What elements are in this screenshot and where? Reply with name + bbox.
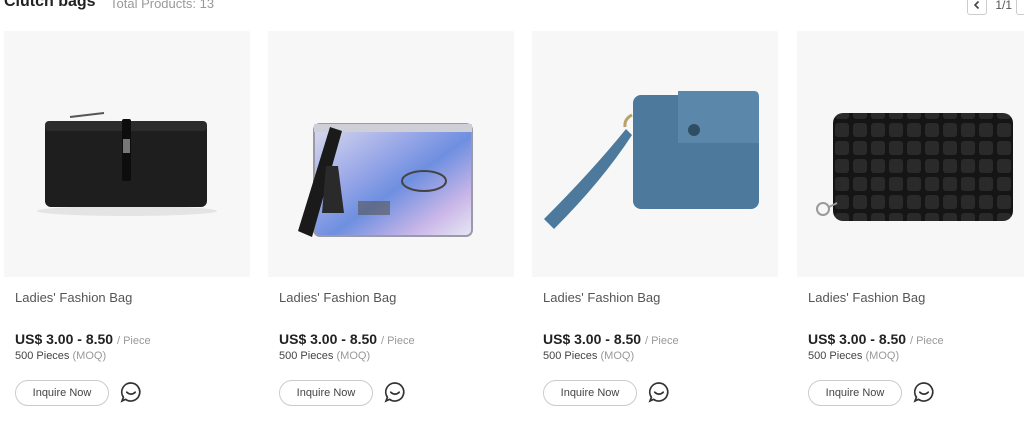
product-image[interactable] (4, 31, 250, 277)
next-page-button[interactable] (1016, 0, 1024, 15)
product-price: US$ 3.00 - 8.50 / Piece (15, 331, 151, 347)
product-price: US$ 3.00 - 8.50 / Piece (808, 331, 944, 347)
price-range: US$ 3.00 - 8.50 (15, 331, 114, 347)
product-name[interactable]: Ladies' Fashion Bag (279, 290, 396, 305)
inquire-now-button[interactable]: Inquire Now (279, 380, 373, 406)
moq-label: (MOQ) (600, 350, 635, 362)
price-unit: / Piece (644, 335, 679, 347)
total-products: Total Products: 13 (110, 0, 215, 11)
moq-label: (MOQ) (72, 350, 107, 362)
price-unit: / Piece (380, 335, 415, 347)
inquire-now-button[interactable]: Inquire Now (808, 380, 902, 406)
product-moq: 500 Pieces (MOQ) (808, 350, 899, 362)
chat-bubble-icon[interactable] (120, 381, 142, 403)
product-card[interactable]: Ladies' Fashion Bag US$ 3.00 - 8.50 / Pi… (797, 31, 1024, 426)
price-range: US$ 3.00 - 8.50 (543, 331, 642, 347)
product-image[interactable] (532, 31, 778, 277)
price-unit: / Piece (909, 335, 944, 347)
product-name[interactable]: Ladies' Fashion Bag (808, 290, 925, 305)
moq-value: 500 Pieces (543, 350, 598, 362)
product-moq: 500 Pieces (MOQ) (15, 350, 106, 362)
moq-value: 500 Pieces (15, 350, 70, 362)
page-indicator: 1/1 (995, 0, 1012, 12)
price-range: US$ 3.00 - 8.50 (279, 331, 378, 347)
product-image[interactable] (797, 31, 1024, 277)
moq-value: 500 Pieces (279, 350, 334, 362)
quilted-wallet-image (797, 31, 1024, 277)
moq-label: (MOQ) (865, 350, 900, 362)
inquire-now-button[interactable]: Inquire Now (15, 380, 109, 406)
product-price: US$ 3.00 - 8.50 / Piece (543, 331, 679, 347)
chat-bubble-icon[interactable] (648, 381, 670, 403)
moq-value: 500 Pieces (808, 350, 863, 362)
pagination: 1/1 (967, 0, 1024, 17)
chevron-left-icon (974, 0, 980, 10)
product-name[interactable]: Ladies' Fashion Bag (543, 290, 660, 305)
product-card[interactable]: Ladies' Fashion Bag US$ 3.00 - 8.50 / Pi… (532, 31, 778, 426)
section-title: Clutch bags (4, 0, 96, 10)
holographic-pouch-image (268, 31, 514, 277)
product-name[interactable]: Ladies' Fashion Bag (15, 290, 132, 305)
product-price: US$ 3.00 - 8.50 / Piece (279, 331, 415, 347)
blue-wallet-image (532, 31, 778, 277)
product-moq: 500 Pieces (MOQ) (279, 350, 370, 362)
black-wallet-image (4, 31, 250, 277)
prev-page-button[interactable] (967, 0, 988, 15)
chat-bubble-icon[interactable] (913, 381, 935, 403)
price-range: US$ 3.00 - 8.50 (808, 331, 907, 347)
product-card[interactable]: Ladies' Fashion Bag US$ 3.00 - 8.50 / Pi… (268, 31, 514, 426)
section-header: Clutch bags Total Products: 13 1/1 (0, 0, 1024, 17)
chat-bubble-icon[interactable] (384, 381, 406, 403)
product-moq: 500 Pieces (MOQ) (543, 350, 634, 362)
moq-label: (MOQ) (336, 350, 371, 362)
price-unit: / Piece (116, 335, 151, 347)
inquire-now-button[interactable]: Inquire Now (543, 380, 637, 406)
product-card[interactable]: Ladies' Fashion Bag US$ 3.00 - 8.50 / Pi… (4, 31, 250, 426)
product-image[interactable] (268, 31, 514, 277)
